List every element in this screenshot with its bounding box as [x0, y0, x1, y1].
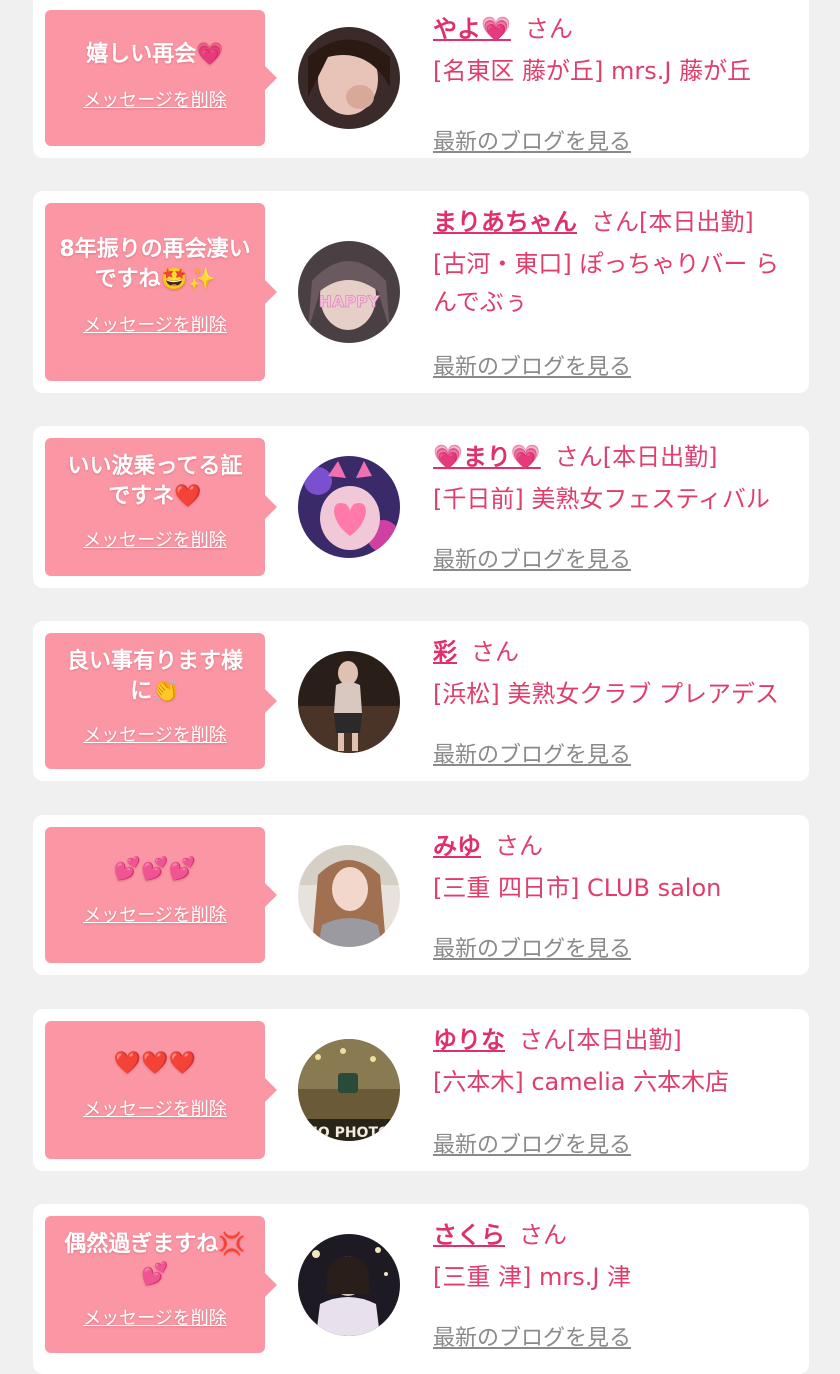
svg-text:NO PHOTO: NO PHOTO: [306, 1125, 390, 1141]
message-bubble: ❤️❤️❤️ メッセージを削除: [45, 1021, 277, 1159]
delete-message-link[interactable]: メッセージを削除: [83, 901, 227, 927]
attendance-status: [本日出勤]: [639, 208, 754, 236]
shop-name: [古河・東口] ぽっちゃりバー らんでぶぅ: [433, 250, 779, 316]
message-bubble: 偶然過ぎますね💢 💕 メッセージを削除: [45, 1216, 277, 1353]
latest-blog-link[interactable]: 最新のブログを見る: [433, 931, 631, 963]
shop-name: [千日前] 美熟女フェスティバル: [433, 485, 770, 513]
message-bubble: 嬉しい再会💗 メッセージを削除: [45, 10, 277, 146]
entry-info: 💗まり💗 さん[本日出勤] [千日前] 美熟女フェスティバル 最新のブログを見る: [433, 440, 795, 588]
message-card: いい波乗ってる証 ですネ❤️ メッセージを削除 💗まり💗 さん[本日出勤] [千日…: [33, 426, 809, 588]
entry-info: さくら さん [三重 津] mrs.J 津 最新のブログを見る: [433, 1218, 795, 1374]
message-text: ❤️❤️❤️: [113, 1051, 197, 1076]
message-card: 良い事有ります様 に👏 メッセージを削除 彩さん [浜松] 美熟女クラブ プレア…: [33, 621, 809, 781]
message-card: ❤️❤️❤️ メッセージを削除 NO PHOTO ゆりな さん[本日出勤] [六本…: [33, 1009, 809, 1171]
message-bubble: 💕💕💕 メッセージを削除: [45, 827, 277, 963]
svg-text:HAPPY: HAPPY: [319, 292, 380, 311]
shop-name: [三重 津] mrs.J 津: [433, 1263, 632, 1291]
shop-name: [六本木] camelia 六本木店: [433, 1068, 730, 1096]
avatar[interactable]: NO PHOTO: [298, 1039, 400, 1141]
avatar[interactable]: [298, 27, 400, 129]
latest-blog-link[interactable]: 最新のブログを見る: [433, 349, 631, 381]
entry-info: ゆりな さん[本日出勤] [六本木] camelia 六本木店 最新のブログを見る: [433, 1023, 795, 1171]
avatar[interactable]: HAPPY: [298, 241, 400, 343]
attendance-status: [本日出勤]: [567, 1026, 682, 1054]
cast-name-link[interactable]: さくら: [433, 1221, 505, 1249]
latest-blog-link[interactable]: 最新のブログを見る: [433, 1127, 631, 1159]
message-text: に👏: [130, 679, 180, 704]
delete-message-link[interactable]: メッセージを削除: [83, 1304, 227, 1330]
honorific: さん: [524, 15, 573, 43]
honorific: さん: [495, 832, 543, 860]
latest-blog-link[interactable]: 最新のブログを見る: [433, 1320, 631, 1352]
avatar[interactable]: [298, 651, 400, 753]
cast-name-link[interactable]: みゆ: [433, 832, 481, 860]
message-card: 💕💕💕 メッセージを削除 みゆ さん [三重 四日市] CLUB salon 最新…: [33, 815, 809, 975]
message-bubble: いい波乗ってる証 ですネ❤️ メッセージを削除: [45, 438, 277, 576]
message-text: 偶然過ぎますね💢: [64, 1232, 246, 1257]
entry-info: 彩さん [浜松] 美熟女クラブ プレアデス 最新のブログを見る: [433, 635, 795, 781]
avatar[interactable]: [298, 845, 400, 947]
latest-blog-link[interactable]: 最新のブログを見る: [433, 737, 631, 769]
delete-message-link[interactable]: メッセージを削除: [83, 311, 227, 337]
delete-message-link[interactable]: メッセージを削除: [83, 526, 227, 552]
message-text: 💕: [141, 1262, 169, 1287]
message-bubble: 8年振りの再会凄い ですね🤩✨ メッセージを削除: [45, 203, 277, 381]
delete-message-link[interactable]: メッセージを削除: [83, 721, 227, 747]
latest-blog-link[interactable]: 最新のブログを見る: [433, 542, 631, 574]
message-text: 8年振りの再会凄い: [59, 237, 251, 262]
honorific: さん: [519, 1221, 567, 1249]
message-text: ですね🤩✨: [94, 267, 216, 292]
honorific: さん: [554, 443, 603, 471]
message-text: 💕💕💕: [113, 857, 197, 882]
delete-message-link[interactable]: メッセージを削除: [83, 86, 227, 112]
entry-info: まりあちゃん さん[本日出勤] [古河・東口] ぽっちゃりバー らんでぶぅ 最新の…: [433, 205, 795, 393]
shop-name: [浜松] 美熟女クラブ プレアデス: [433, 680, 779, 708]
avatar[interactable]: [298, 1234, 400, 1336]
honorific: さん: [591, 208, 639, 236]
cast-name-link[interactable]: やよ💗: [433, 15, 511, 43]
cast-name-link[interactable]: 💗まり💗: [433, 443, 541, 471]
message-text: 良い事有ります様: [66, 649, 243, 674]
honorific: さん: [471, 638, 519, 666]
message-card: 偶然過ぎますね💢 💕 メッセージを削除 さくら さん [三重 津] mrs.J 津…: [33, 1204, 809, 1374]
cast-name-link[interactable]: まりあちゃん: [433, 208, 577, 236]
latest-blog-link[interactable]: 最新のブログを見る: [433, 124, 631, 156]
honorific: さん: [519, 1026, 567, 1054]
message-text: 嬉しい再会💗: [86, 42, 224, 67]
attendance-status: [本日出勤]: [602, 443, 718, 471]
message-card: 嬉しい再会💗 メッセージを削除 やよ💗 さん [名東区 藤が丘] mrs.J 藤が…: [33, 0, 809, 158]
cast-name-link[interactable]: 彩: [433, 638, 457, 666]
message-text: いい波乗ってる証: [67, 454, 243, 479]
message-bubble: 良い事有ります様 に👏 メッセージを削除: [45, 633, 277, 769]
shop-name: [名東区 藤が丘] mrs.J 藤が丘: [433, 57, 752, 85]
cast-name-link[interactable]: ゆりな: [433, 1026, 505, 1054]
shop-name: [三重 四日市] CLUB salon: [433, 874, 722, 902]
avatar[interactable]: [298, 456, 400, 558]
entry-info: やよ💗 さん [名東区 藤が丘] mrs.J 藤が丘 最新のブログを見る: [433, 12, 795, 158]
message-card: 8年振りの再会凄い ですね🤩✨ メッセージを削除 HAPPY まりあちゃん さん[…: [33, 191, 809, 393]
message-text: ですネ❤️: [108, 484, 202, 509]
delete-message-link[interactable]: メッセージを削除: [83, 1095, 227, 1121]
entry-info: みゆ さん [三重 四日市] CLUB salon 最新のブログを見る: [433, 829, 795, 975]
